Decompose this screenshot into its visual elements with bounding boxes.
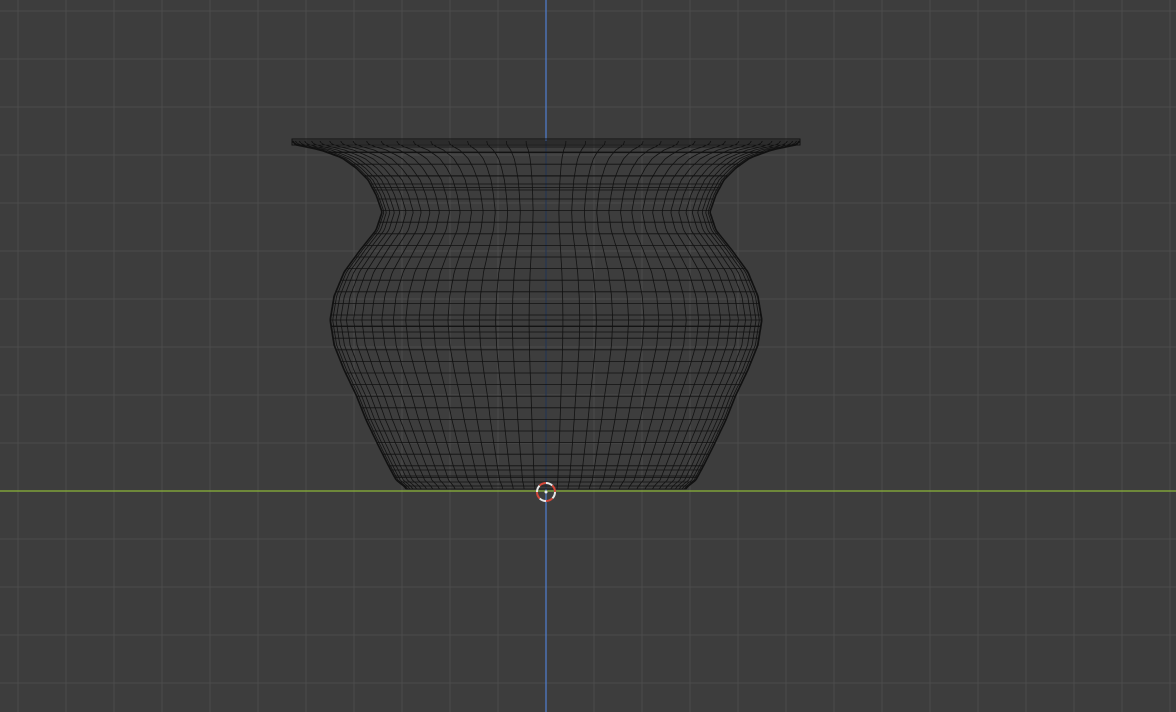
cursor-center	[544, 490, 548, 494]
floor-grid	[0, 0, 1176, 712]
viewport-canvas[interactable]	[0, 0, 1176, 712]
vase-wireframe[interactable]	[291, 138, 801, 490]
3d-viewport[interactable]	[0, 0, 1176, 712]
